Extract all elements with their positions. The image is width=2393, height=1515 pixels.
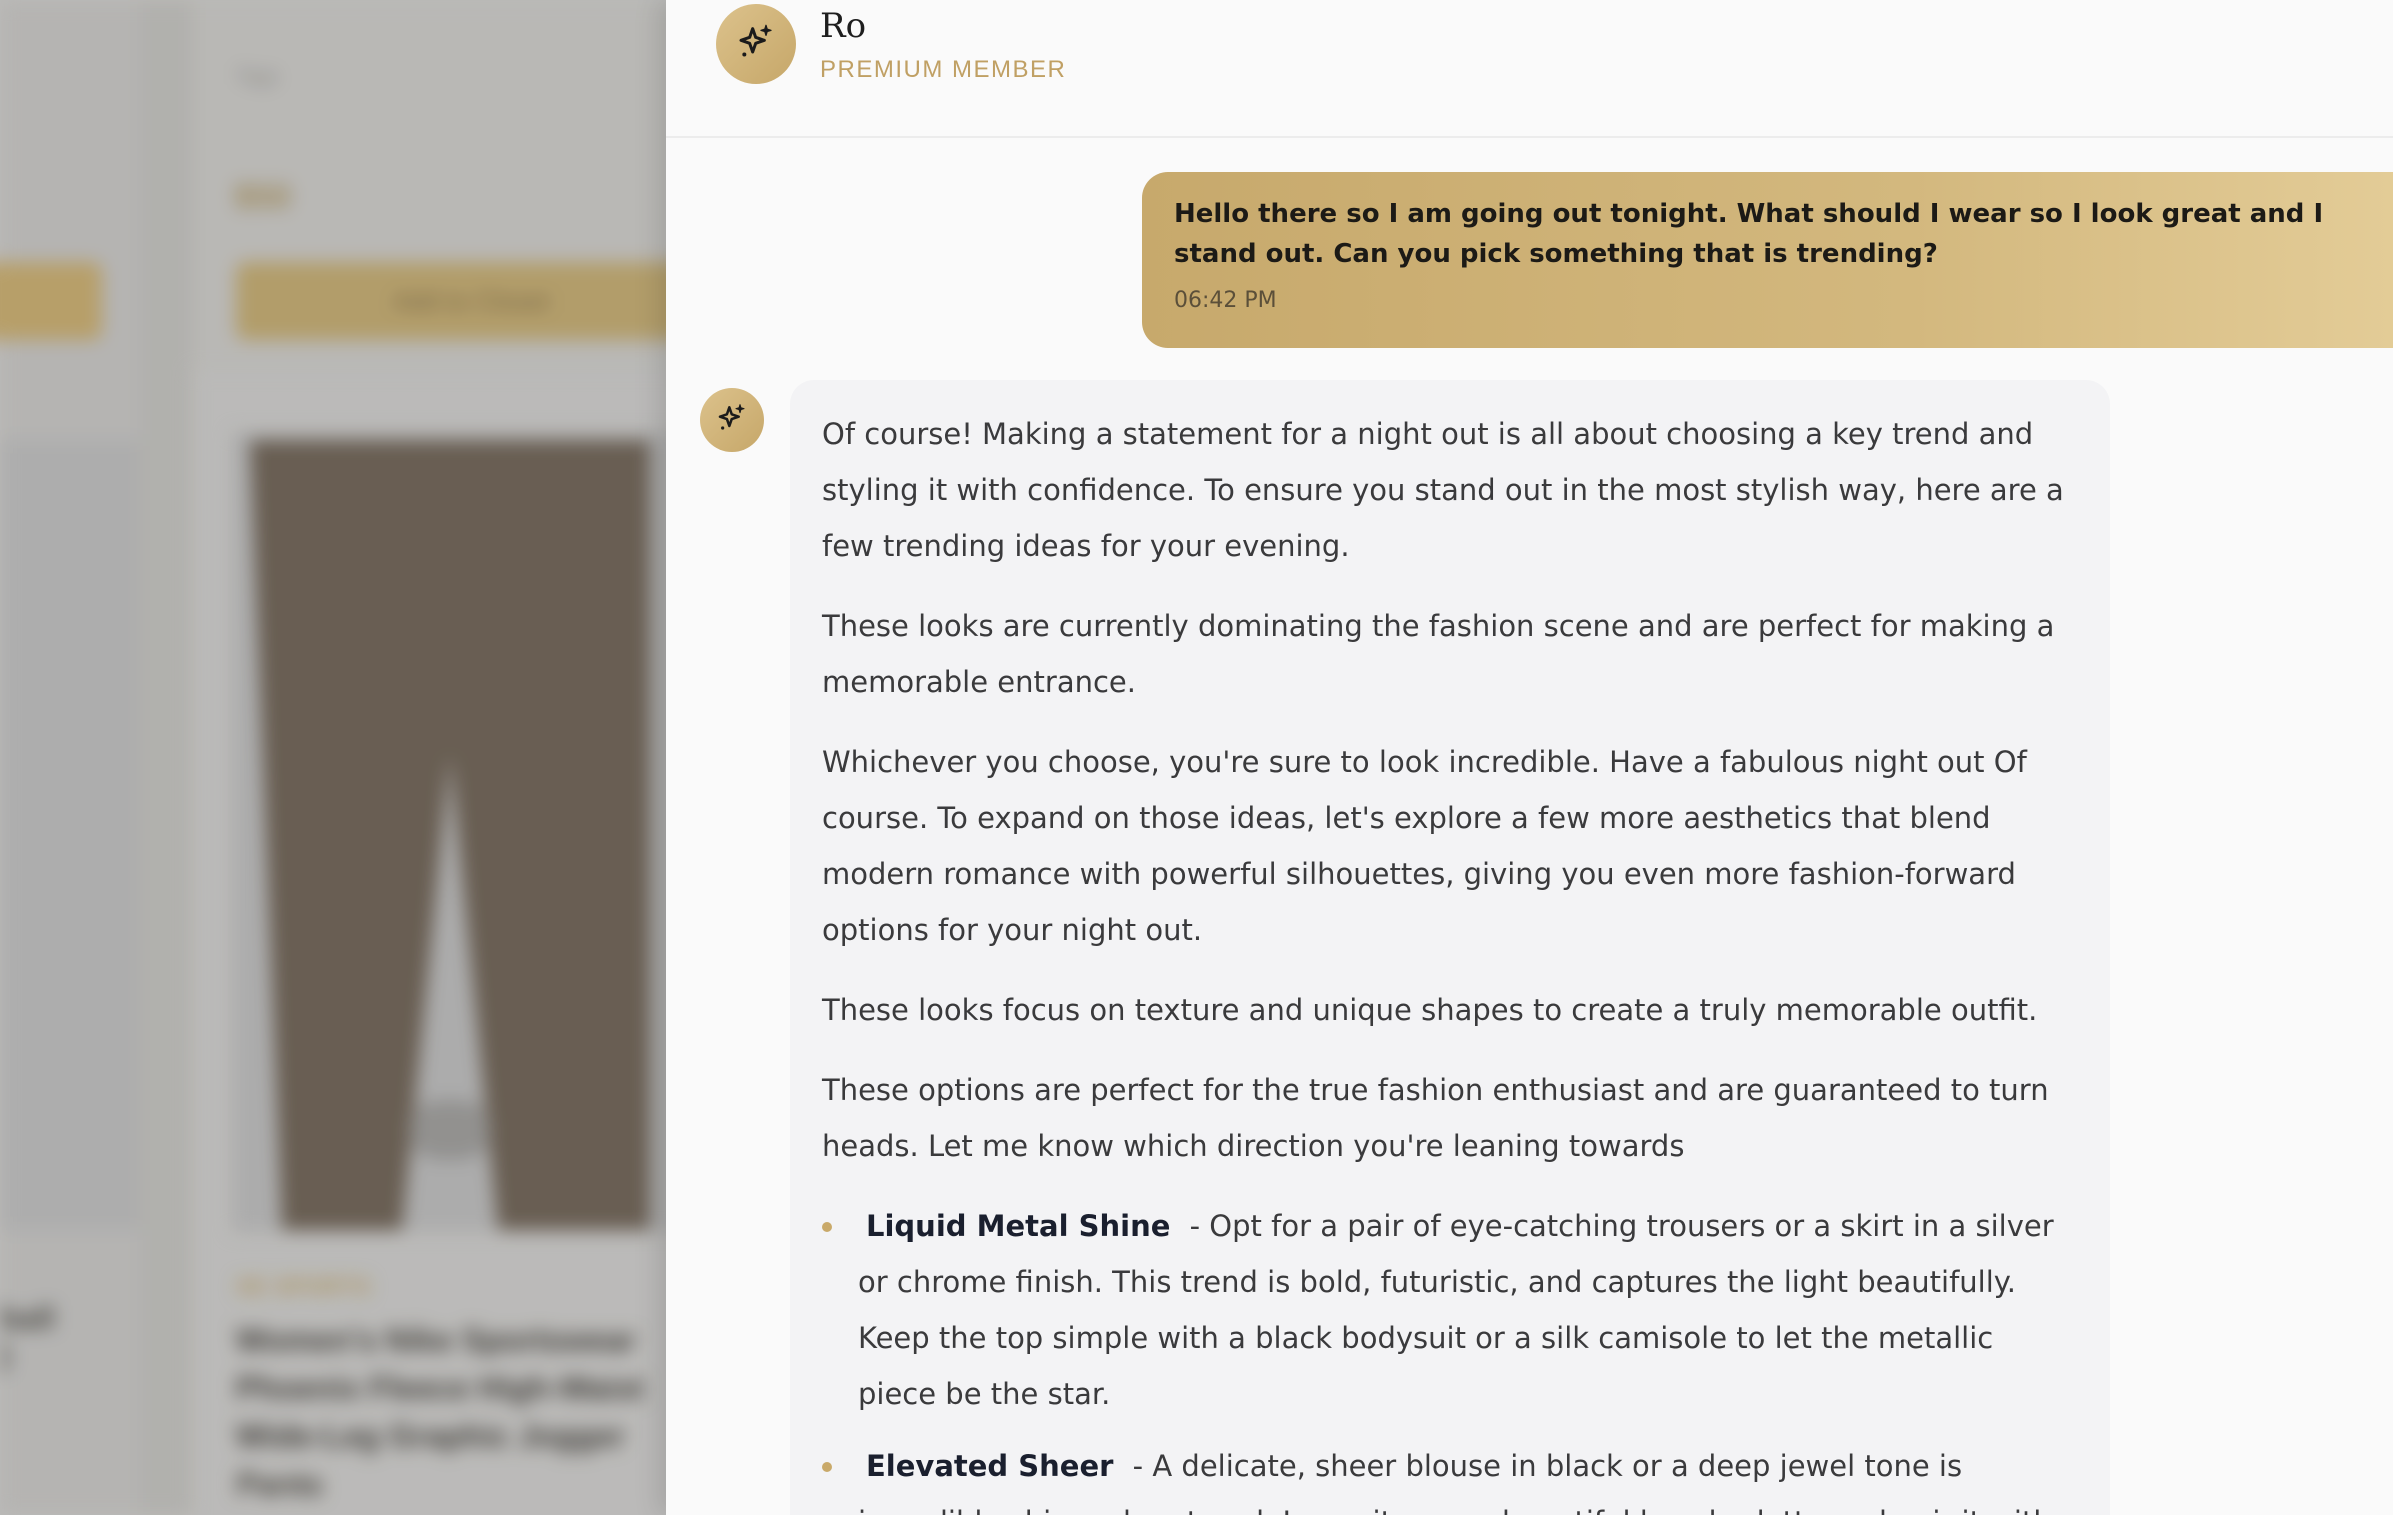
- sparkle-icon: [716, 402, 748, 438]
- user-message-time: 06:42 PM: [1174, 288, 1277, 313]
- trend-title: Elevated Sheer: [866, 1449, 1114, 1483]
- bot-paragraph: These looks focus on texture and unique …: [822, 993, 2038, 1027]
- chat-header: Ro PREMIUM MEMBER: [666, 0, 2393, 138]
- bot-avatar: [700, 388, 764, 452]
- membership-status: PREMIUM MEMBER: [820, 56, 1067, 83]
- bot-paragraph: Whichever you choose, you're sure to loo…: [822, 745, 2027, 947]
- assistant-name: Ro: [820, 6, 867, 46]
- list-item: Elevated Sheer - A delicate, sheer blous…: [822, 1438, 2078, 1515]
- bot-paragraph: These options are perfect for the true f…: [822, 1073, 2049, 1163]
- trend-list: Liquid Metal Shine - Opt for a pair of e…: [822, 1198, 2078, 1515]
- background-overlay[interactable]: [0, 0, 680, 1515]
- chat-panel: Ro PREMIUM MEMBER Hello there so I am go…: [666, 0, 2393, 1515]
- user-message-bubble: Hello there so I am going out tonight. W…: [1142, 172, 2393, 348]
- bullet-dot: [822, 1462, 832, 1472]
- bullet-dot: [822, 1222, 832, 1232]
- list-item: Liquid Metal Shine - Opt for a pair of e…: [822, 1198, 2078, 1422]
- bot-paragraph: Of course! Making a statement for a nigh…: [822, 417, 2064, 563]
- trend-title: Liquid Metal Shine: [866, 1209, 1171, 1243]
- sparkle-icon: [736, 22, 776, 66]
- user-message-text: Hello there so I am going out tonight. W…: [1174, 199, 2324, 269]
- bot-message-bubble: Of course! Making a statement for a nigh…: [790, 380, 2110, 1515]
- assistant-avatar: [716, 4, 796, 84]
- background-store: Tags $50 Add to Closet ball ) XE SPORTS …: [0, 0, 680, 1515]
- bot-paragraph: These looks are currently dominating the…: [822, 609, 2055, 699]
